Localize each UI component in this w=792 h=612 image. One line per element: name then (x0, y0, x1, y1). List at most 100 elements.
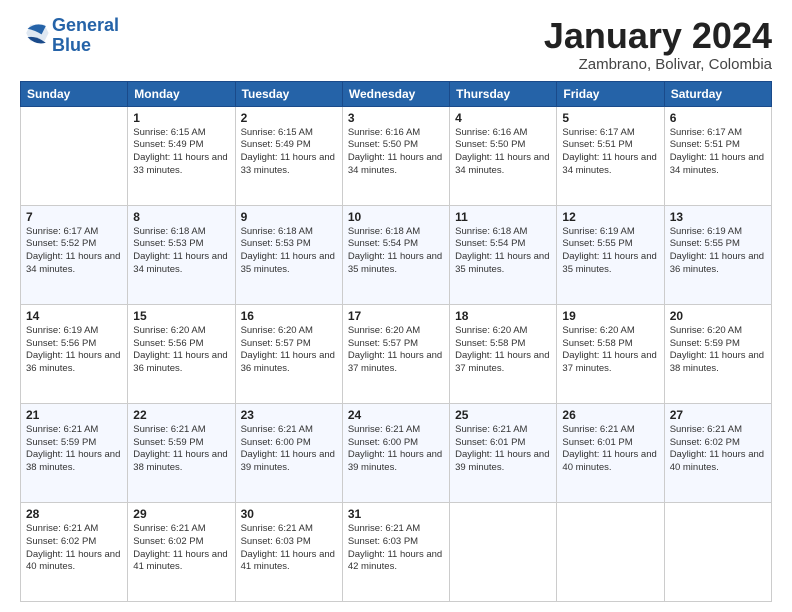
day-number: 8 (133, 210, 229, 224)
cell-details: Sunrise: 6:20 AM Sunset: 5:58 PM Dayligh… (562, 325, 658, 376)
table-row: 11 Sunrise: 6:18 AM Sunset: 5:54 PM Dayli… (450, 205, 557, 304)
col-tuesday: Tuesday (235, 81, 342, 106)
table-row: 8 Sunrise: 6:18 AM Sunset: 5:53 PM Daylig… (128, 205, 235, 304)
cell-details: Sunrise: 6:16 AM Sunset: 5:50 PM Dayligh… (455, 127, 551, 178)
day-number: 23 (241, 408, 337, 422)
table-row: 19 Sunrise: 6:20 AM Sunset: 5:58 PM Dayli… (557, 304, 664, 403)
calendar-week-3: 21Sunrise: 6:21 AM Sunset: 5:59 PM Dayli… (21, 403, 772, 502)
table-row: 27 Sunrise: 6:21 AM Sunset: 6:02 PM Dayli… (664, 403, 771, 502)
table-row: 10Sunrise: 6:18 AM Sunset: 5:54 PM Dayli… (342, 205, 449, 304)
calendar-week-0: 1 Sunrise: 6:15 AM Sunset: 5:49 PM Daylig… (21, 106, 772, 205)
day-number: 16 (241, 309, 337, 323)
cell-details: Sunrise: 6:20 AM Sunset: 5:56 PM Dayligh… (133, 325, 229, 376)
day-number: 7 (26, 210, 122, 224)
table-row: 1 Sunrise: 6:15 AM Sunset: 5:49 PM Daylig… (128, 106, 235, 205)
table-row: 14 Sunrise: 6:19 AM Sunset: 5:56 PM Dayli… (21, 304, 128, 403)
cell-details: Sunrise: 6:20 AM Sunset: 5:57 PM Dayligh… (348, 325, 444, 376)
cell-details: Sunrise: 6:21 AM Sunset: 5:59 PM Dayligh… (133, 424, 229, 475)
table-row (450, 502, 557, 601)
day-number: 12 (562, 210, 658, 224)
table-row: 24 Sunrise: 6:21 AM Sunset: 6:00 PM Dayli… (342, 403, 449, 502)
cell-details: Sunrise: 6:21 AM Sunset: 6:03 PM Dayligh… (348, 523, 444, 574)
title-block: January 2024 Zambrano, Bolivar, Colombia (544, 16, 772, 73)
table-row: 7 Sunrise: 6:17 AM Sunset: 5:52 PM Daylig… (21, 205, 128, 304)
table-row: 21Sunrise: 6:21 AM Sunset: 5:59 PM Dayli… (21, 403, 128, 502)
cell-details: Sunrise: 6:21 AM Sunset: 6:02 PM Dayligh… (133, 523, 229, 574)
table-row: 18 Sunrise: 6:20 AM Sunset: 5:58 PM Dayli… (450, 304, 557, 403)
day-number: 31 (348, 507, 444, 521)
table-row (21, 106, 128, 205)
logo: General Blue (20, 16, 119, 56)
day-number: 20 (670, 309, 766, 323)
table-row (557, 502, 664, 601)
day-number: 17 (348, 309, 444, 323)
cell-details: Sunrise: 6:17 AM Sunset: 5:52 PM Dayligh… (26, 226, 122, 277)
cell-details: Sunrise: 6:18 AM Sunset: 5:54 PM Dayligh… (455, 226, 551, 277)
table-row: 15 Sunrise: 6:20 AM Sunset: 5:56 PM Dayli… (128, 304, 235, 403)
table-row: 22 Sunrise: 6:21 AM Sunset: 5:59 PM Dayli… (128, 403, 235, 502)
cell-details: Sunrise: 6:21 AM Sunset: 6:01 PM Dayligh… (455, 424, 551, 475)
subtitle: Zambrano, Bolivar, Colombia (544, 56, 772, 73)
logo-text: General Blue (52, 16, 119, 56)
day-number: 29 (133, 507, 229, 521)
table-row: 23 Sunrise: 6:21 AM Sunset: 6:00 PM Dayli… (235, 403, 342, 502)
cell-details: Sunrise: 6:15 AM Sunset: 5:49 PM Dayligh… (133, 127, 229, 178)
table-row: 2Sunrise: 6:15 AM Sunset: 5:49 PM Daylig… (235, 106, 342, 205)
day-number: 6 (670, 111, 766, 125)
calendar-week-4: 28Sunrise: 6:21 AM Sunset: 6:02 PM Dayli… (21, 502, 772, 601)
cell-details: Sunrise: 6:21 AM Sunset: 6:02 PM Dayligh… (670, 424, 766, 475)
cell-details: Sunrise: 6:21 AM Sunset: 6:01 PM Dayligh… (562, 424, 658, 475)
table-row: 17 Sunrise: 6:20 AM Sunset: 5:57 PM Dayli… (342, 304, 449, 403)
cell-details: Sunrise: 6:19 AM Sunset: 5:55 PM Dayligh… (562, 226, 658, 277)
cell-details: Sunrise: 6:17 AM Sunset: 5:51 PM Dayligh… (670, 127, 766, 178)
col-monday: Monday (128, 81, 235, 106)
cell-details: Sunrise: 6:17 AM Sunset: 5:51 PM Dayligh… (562, 127, 658, 178)
table-row: 25Sunrise: 6:21 AM Sunset: 6:01 PM Dayli… (450, 403, 557, 502)
cell-details: Sunrise: 6:16 AM Sunset: 5:50 PM Dayligh… (348, 127, 444, 178)
day-number: 18 (455, 309, 551, 323)
day-number: 27 (670, 408, 766, 422)
cell-details: Sunrise: 6:20 AM Sunset: 5:57 PM Dayligh… (241, 325, 337, 376)
day-number: 30 (241, 507, 337, 521)
cell-details: Sunrise: 6:21 AM Sunset: 6:00 PM Dayligh… (348, 424, 444, 475)
cell-details: Sunrise: 6:20 AM Sunset: 5:59 PM Dayligh… (670, 325, 766, 376)
table-row: 28Sunrise: 6:21 AM Sunset: 6:02 PM Dayli… (21, 502, 128, 601)
table-row: 20 Sunrise: 6:20 AM Sunset: 5:59 PM Dayli… (664, 304, 771, 403)
col-saturday: Saturday (664, 81, 771, 106)
cell-details: Sunrise: 6:21 AM Sunset: 6:00 PM Dayligh… (241, 424, 337, 475)
day-number: 13 (670, 210, 766, 224)
header-row: Sunday Monday Tuesday Wednesday Thursday… (21, 81, 772, 106)
table-row: 31 Sunrise: 6:21 AM Sunset: 6:03 PM Dayli… (342, 502, 449, 601)
day-number: 4 (455, 111, 551, 125)
day-number: 19 (562, 309, 658, 323)
cell-details: Sunrise: 6:21 AM Sunset: 5:59 PM Dayligh… (26, 424, 122, 475)
cell-details: Sunrise: 6:21 AM Sunset: 6:03 PM Dayligh… (241, 523, 337, 574)
cell-details: Sunrise: 6:18 AM Sunset: 5:53 PM Dayligh… (133, 226, 229, 277)
table-row: 30 Sunrise: 6:21 AM Sunset: 6:03 PM Dayli… (235, 502, 342, 601)
page: General Blue January 2024 Zambrano, Boli… (0, 0, 792, 612)
cell-details: Sunrise: 6:20 AM Sunset: 5:58 PM Dayligh… (455, 325, 551, 376)
table-row: 12 Sunrise: 6:19 AM Sunset: 5:55 PM Dayli… (557, 205, 664, 304)
cell-details: Sunrise: 6:19 AM Sunset: 5:56 PM Dayligh… (26, 325, 122, 376)
col-wednesday: Wednesday (342, 81, 449, 106)
calendar-week-2: 14 Sunrise: 6:19 AM Sunset: 5:56 PM Dayli… (21, 304, 772, 403)
day-number: 1 (133, 111, 229, 125)
table-row: 6 Sunrise: 6:17 AM Sunset: 5:51 PM Daylig… (664, 106, 771, 205)
day-number: 11 (455, 210, 551, 224)
col-thursday: Thursday (450, 81, 557, 106)
col-friday: Friday (557, 81, 664, 106)
table-row: 29 Sunrise: 6:21 AM Sunset: 6:02 PM Dayli… (128, 502, 235, 601)
header: General Blue January 2024 Zambrano, Boli… (20, 16, 772, 73)
day-number: 14 (26, 309, 122, 323)
day-number: 26 (562, 408, 658, 422)
day-number: 22 (133, 408, 229, 422)
table-row: 13Sunrise: 6:19 AM Sunset: 5:55 PM Dayli… (664, 205, 771, 304)
day-number: 2 (241, 111, 337, 125)
day-number: 24 (348, 408, 444, 422)
table-row: 5 Sunrise: 6:17 AM Sunset: 5:51 PM Daylig… (557, 106, 664, 205)
table-row: 16 Sunrise: 6:20 AM Sunset: 5:57 PM Dayli… (235, 304, 342, 403)
day-number: 15 (133, 309, 229, 323)
table-row: 9Sunrise: 6:18 AM Sunset: 5:53 PM Daylig… (235, 205, 342, 304)
table-row: 3Sunrise: 6:16 AM Sunset: 5:50 PM Daylig… (342, 106, 449, 205)
day-number: 5 (562, 111, 658, 125)
